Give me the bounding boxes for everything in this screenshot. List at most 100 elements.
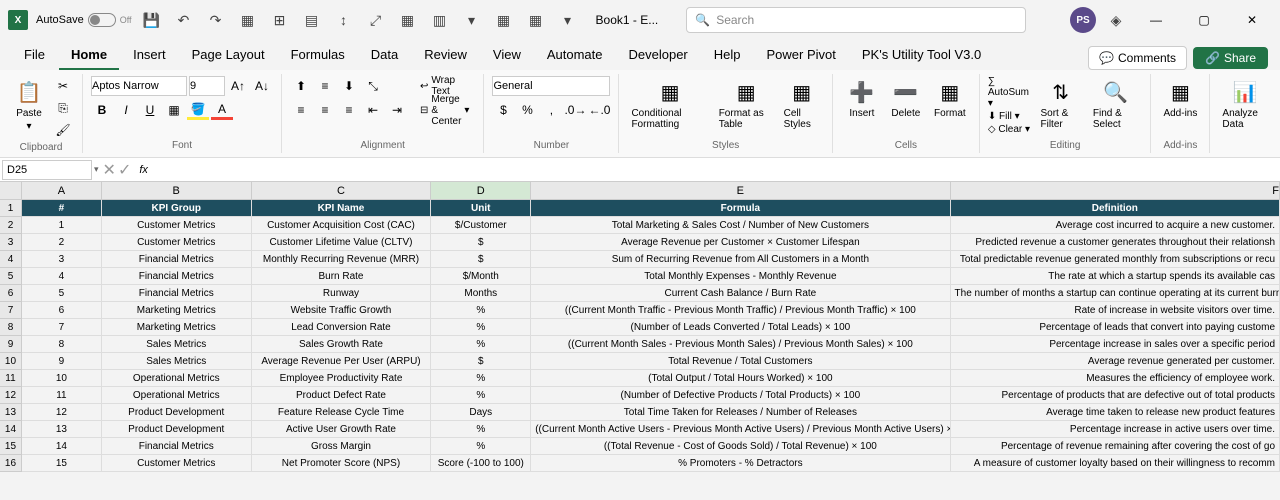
qat-icon-4[interactable]: ↕ [332,8,356,32]
cell-unit[interactable]: $/Customer [431,217,531,234]
cell-unit[interactable]: $/Month [431,268,531,285]
close-button[interactable]: ✕ [1232,5,1272,35]
header-formula[interactable]: Formula [531,200,950,217]
cell-formula[interactable]: Total Marketing & Sales Cost / Number of… [531,217,950,234]
tab-review[interactable]: Review [412,41,479,70]
row-header[interactable]: 15 [0,438,22,455]
col-header-E[interactable]: E [531,182,950,200]
header-num[interactable]: # [22,200,102,217]
cell-unit[interactable]: $ [431,251,531,268]
cell-kpi-name[interactable]: Product Defect Rate [252,387,432,404]
align-center-icon[interactable]: ≡ [314,100,336,120]
row-header[interactable]: 9 [0,336,22,353]
cell-definition[interactable]: Percentage of revenue remaining after co… [951,438,1280,455]
cell-definition[interactable]: Total predictable revenue generated mont… [951,251,1280,268]
cell-group[interactable]: Sales Metrics [102,336,252,353]
underline-button[interactable]: U [139,100,161,120]
cell-formula[interactable]: (Number of Defective Products / Total Pr… [531,387,950,404]
font-name-select[interactable] [91,76,187,96]
percent-icon[interactable]: % [516,100,538,120]
format-painter-icon[interactable]: 🖌 [52,120,74,140]
cell-group[interactable]: Operational Metrics [102,370,252,387]
cell-definition[interactable]: Average cost incurred to acquire a new c… [951,217,1280,234]
select-all-corner[interactable] [0,182,22,200]
cell-formula[interactable]: % Promoters - % Detractors [531,455,950,472]
border-button[interactable]: ▦ [163,100,185,120]
cell-definition[interactable]: Average time taken to release new produc… [951,404,1280,421]
save-icon[interactable]: 💾 [140,8,164,32]
cell-group[interactable]: Financial Metrics [102,285,252,302]
cell-kpi-name[interactable]: Burn Rate [252,268,432,285]
cell-group[interactable]: Customer Metrics [102,234,252,251]
align-bottom-icon[interactable]: ⬇ [338,76,360,96]
tab-automate[interactable]: Automate [535,41,615,70]
row-header[interactable]: 4 [0,251,22,268]
merge-center-button[interactable]: ⊟ Merge & Center ▾ [414,100,475,120]
qat-icon-10[interactable]: ▦ [524,8,548,32]
cell-group[interactable]: Product Development [102,404,252,421]
qat-icon-8[interactable]: ▾ [460,8,484,32]
cell-kpi-name[interactable]: Customer Lifetime Value (CLTV) [252,234,432,251]
header-name[interactable]: KPI Name [252,200,432,217]
cell-unit[interactable]: Score (-100 to 100) [431,455,531,472]
format-table-button[interactable]: ▦Format as Table [715,76,778,132]
cell-num[interactable]: 8 [22,336,102,353]
qat-icon-7[interactable]: ▥ [428,8,452,32]
redo-icon[interactable]: ↷ [204,8,228,32]
cell-group[interactable]: Financial Metrics [102,268,252,285]
cell-num[interactable]: 14 [22,438,102,455]
tab-insert[interactable]: Insert [121,41,178,70]
align-left-icon[interactable]: ≡ [290,100,312,120]
col-header-D[interactable]: D [431,182,531,200]
analyze-button[interactable]: 📊Analyze Data [1218,76,1272,132]
formula-input[interactable] [152,160,1280,180]
orientation-icon[interactable]: ⤡ [362,76,384,96]
cell-unit[interactable]: $ [431,234,531,251]
fill-color-button[interactable]: 🪣 [187,100,209,120]
cell-num[interactable]: 13 [22,421,102,438]
cell-num[interactable]: 5 [22,285,102,302]
cell-kpi-name[interactable]: Lead Conversion Rate [252,319,432,336]
cell-formula[interactable]: Sum of Recurring Revenue from All Custom… [531,251,950,268]
tab-home[interactable]: Home [59,41,119,70]
conditional-formatting-button[interactable]: ▦Conditional Formatting [627,76,712,132]
cell-group[interactable]: Financial Metrics [102,251,252,268]
row-header[interactable]: 7 [0,302,22,319]
cell-group[interactable]: Marketing Metrics [102,302,252,319]
qat-icon-9[interactable]: ▦ [492,8,516,32]
cell-unit[interactable]: % [431,438,531,455]
maximize-button[interactable]: ▢ [1184,5,1224,35]
insert-button[interactable]: ➕Insert [841,76,883,121]
cell-styles-button[interactable]: ▦Cell Styles [780,76,824,132]
decrease-indent-icon[interactable]: ⇤ [362,100,384,120]
align-right-icon[interactable]: ≡ [338,100,360,120]
cell-formula[interactable]: Total Revenue / Total Customers [531,353,950,370]
row-header[interactable]: 11 [0,370,22,387]
cell-unit[interactable]: % [431,370,531,387]
cell-num[interactable]: 6 [22,302,102,319]
cell-formula[interactable]: Total Monthly Expenses - Monthly Revenue [531,268,950,285]
diamond-icon[interactable]: ◈ [1104,8,1128,32]
cell-definition[interactable]: Rate of increase in website visitors ove… [951,302,1280,319]
tab-page-layout[interactable]: Page Layout [180,41,277,70]
minimize-button[interactable]: — [1136,5,1176,35]
cell-definition[interactable]: Percentage of products that are defectiv… [951,387,1280,404]
row-header[interactable]: 16 [0,455,22,472]
cell-definition[interactable]: The rate at which a startup spends its a… [951,268,1280,285]
cell-formula[interactable]: ((Current Month Traffic - Previous Month… [531,302,950,319]
cell-formula[interactable]: ((Current Month Sales - Previous Month S… [531,336,950,353]
comma-icon[interactable]: , [540,100,562,120]
cell-formula[interactable]: ((Current Month Active Users - Previous … [531,421,950,438]
col-header-C[interactable]: C [252,182,432,200]
autosum-button[interactable]: ∑ AutoSum ▾ [988,76,1033,109]
header-def[interactable]: Definition [951,200,1280,217]
font-size-select[interactable] [189,76,225,96]
row-header[interactable]: 5 [0,268,22,285]
cell-group[interactable]: Operational Metrics [102,387,252,404]
cell-group[interactable]: Product Development [102,421,252,438]
cell-kpi-name[interactable]: Employee Productivity Rate [252,370,432,387]
paste-button[interactable]: 📋 Paste ▾ [8,76,50,134]
tab-utility[interactable]: PK's Utility Tool V3.0 [850,41,993,70]
cell-num[interactable]: 10 [22,370,102,387]
cell-kpi-name[interactable]: Active User Growth Rate [252,421,432,438]
